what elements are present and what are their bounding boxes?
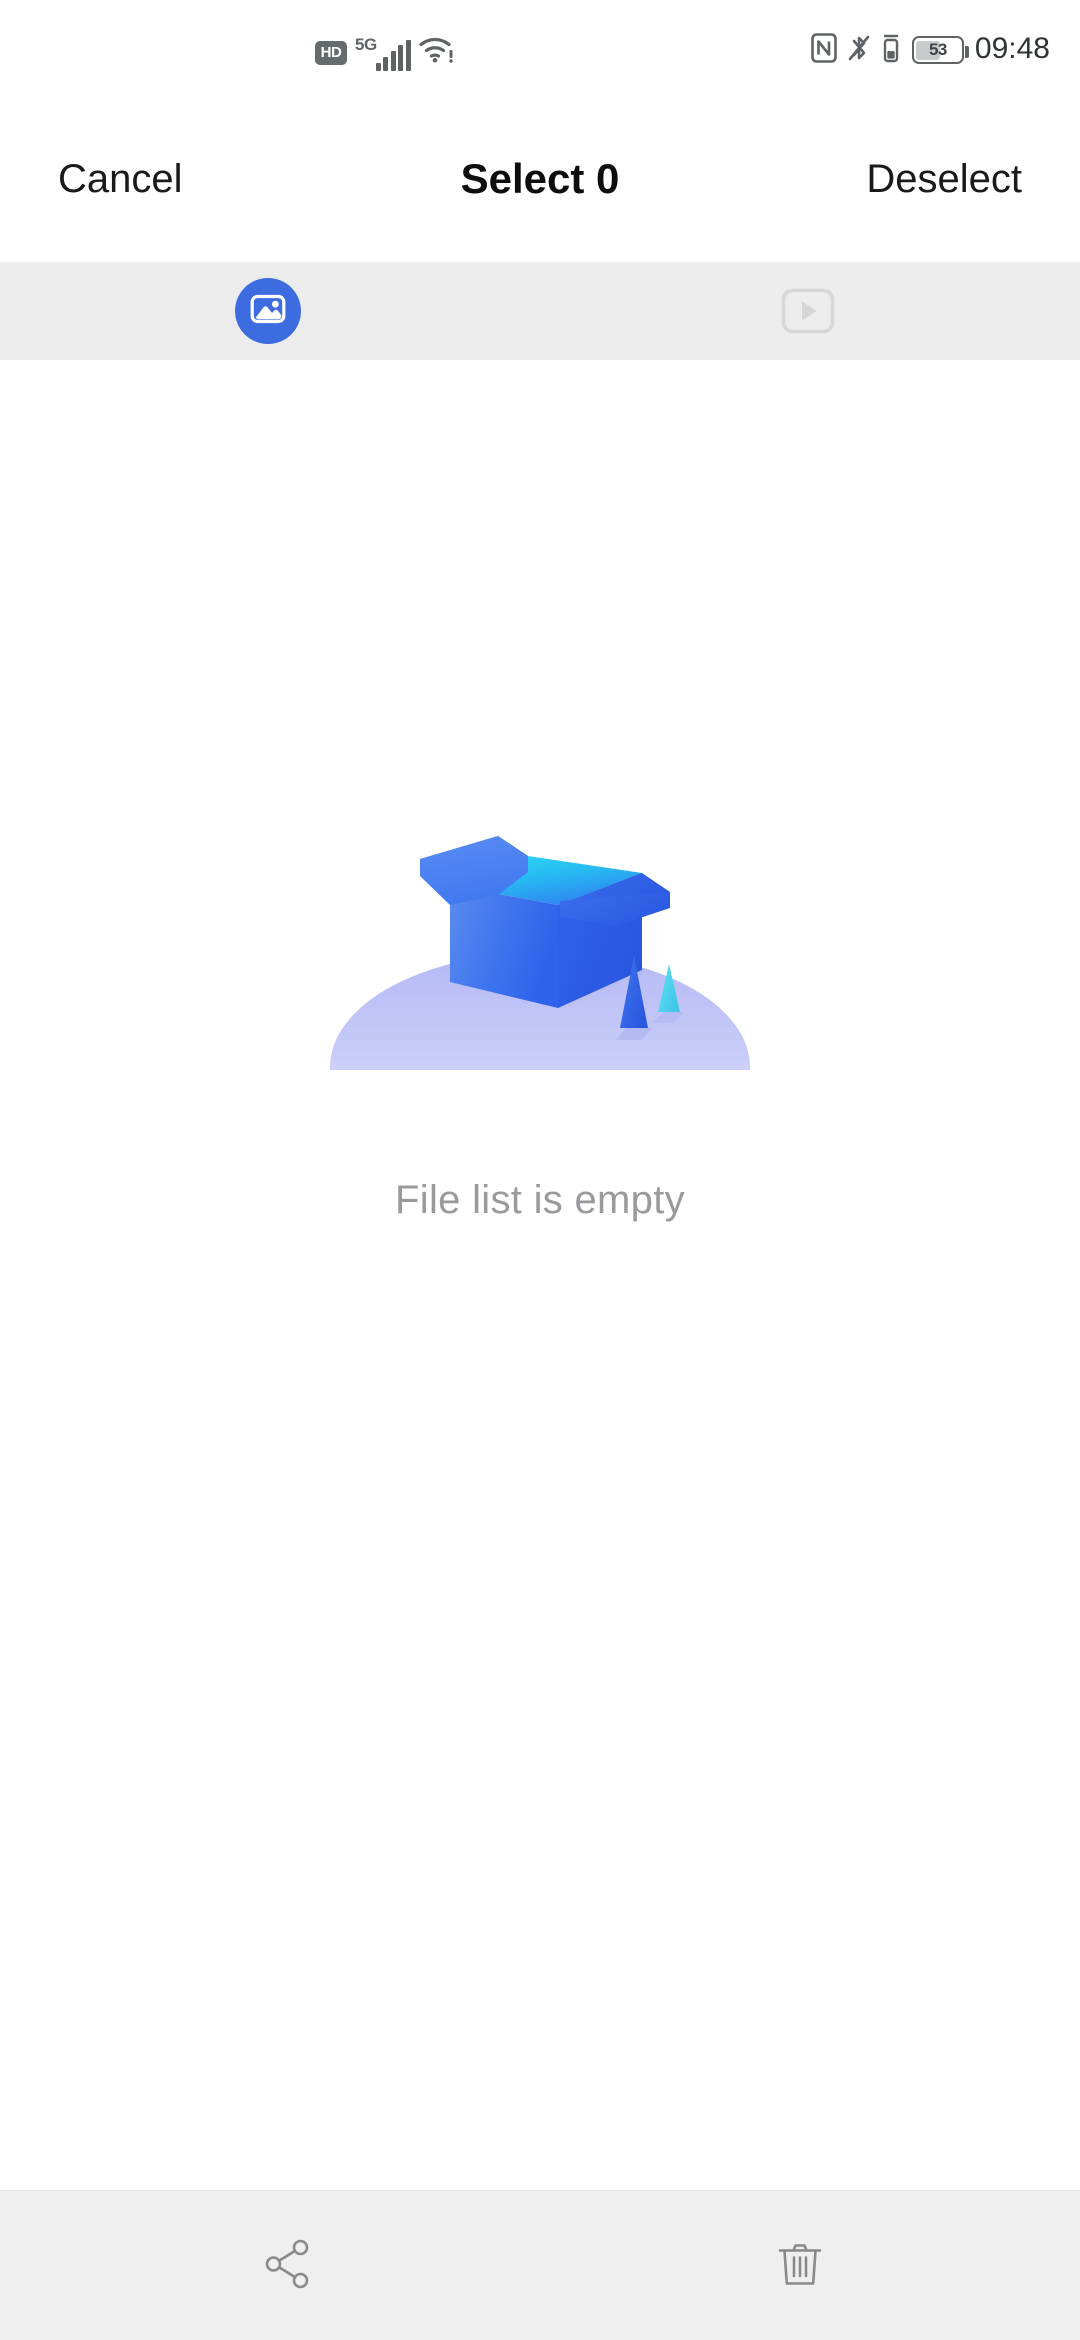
wifi-icon: [418, 35, 454, 68]
bottom-action-bar: [0, 2190, 1080, 2340]
network-type-group: 5G: [354, 32, 411, 71]
nfc-icon: [811, 32, 837, 68]
tab-videos[interactable]: [718, 262, 898, 360]
video-play-icon: [781, 288, 835, 334]
status-bar-right: 53 09:48: [811, 0, 1050, 96]
deselect-button[interactable]: Deselect: [866, 157, 1022, 202]
phone-screen: HD 5G 53 09:48 Cancel Select 0 Deselect …: [0, 0, 1080, 2340]
media-type-tabbar: [0, 262, 1080, 360]
share-icon: [259, 2235, 317, 2298]
battery-level: 53: [928, 40, 947, 59]
status-bar-left: HD 5G: [315, 0, 454, 96]
bluetooth-off-icon: [848, 32, 870, 69]
battery-icon: 53: [911, 36, 969, 64]
tab-photos[interactable]: [178, 262, 358, 360]
trash-icon: [771, 2235, 829, 2298]
empty-box-illustration: [260, 740, 820, 1181]
hd-icon: HD: [315, 41, 347, 65]
file-list-content: File list is empty: [0, 360, 1080, 2190]
share-button[interactable]: [178, 2191, 398, 2340]
vibrate-icon: [881, 33, 901, 68]
empty-state-message: File list is empty: [395, 1178, 685, 1222]
signal-bars-icon: [375, 40, 411, 71]
network-type-label: 5G: [355, 35, 377, 54]
photos-tab-indicator: [235, 278, 301, 344]
image-icon: [248, 289, 288, 334]
status-bar: HD 5G 53 09:48: [0, 0, 1080, 96]
delete-button[interactable]: [690, 2191, 910, 2340]
empty-state: File list is empty: [0, 740, 1080, 1223]
clock: 09:48: [974, 32, 1050, 65]
selection-header: Cancel Select 0 Deselect: [0, 96, 1080, 262]
